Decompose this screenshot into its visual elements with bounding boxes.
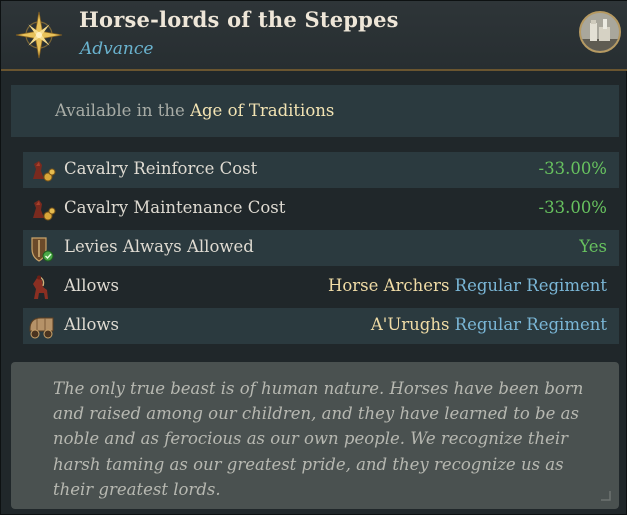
effect-label: Cavalry Maintenance Cost bbox=[64, 198, 286, 217]
effect-row-aurughs: Allows A'Urughs Regular Regiment bbox=[23, 308, 619, 344]
unit-link[interactable]: A'Urughs bbox=[371, 315, 450, 334]
effect-row-levies: Levies Always Allowed Yes bbox=[23, 230, 619, 266]
flavor-text-box: The only true beast is of human nature. … bbox=[11, 362, 619, 509]
availability-prefix: Available in the bbox=[55, 101, 185, 120]
age-link[interactable]: Age of Traditions bbox=[190, 101, 334, 120]
availability-text: Available in the Age of Traditions bbox=[55, 101, 334, 120]
effect-label: Levies Always Allowed bbox=[64, 237, 254, 256]
advance-title: Horse-lords of the Steppes bbox=[79, 7, 399, 32]
compass-star-icon bbox=[15, 11, 63, 59]
advance-type-label: Advance bbox=[80, 39, 154, 59]
effect-value: -33.00% bbox=[538, 198, 608, 217]
levies-shield-icon bbox=[31, 237, 54, 262]
horse-archer-icon bbox=[33, 275, 48, 299]
resize-corner-icon bbox=[601, 491, 611, 501]
effect-label: Allows bbox=[64, 315, 119, 334]
effect-row-reinforce: Cavalry Reinforce Cost -33.00% bbox=[23, 152, 619, 188]
unit-link[interactable]: Horse Archers bbox=[328, 276, 449, 295]
advance-tooltip: Horse-lords of the Steppes Advance Avail… bbox=[0, 0, 627, 515]
availability-banner: Available in the Age of Traditions bbox=[11, 85, 619, 137]
effect-value: A'Urughs Regular Regiment bbox=[371, 315, 607, 334]
wagon-icon bbox=[29, 317, 54, 339]
flavor-text: The only true beast is of human nature. … bbox=[53, 379, 584, 499]
effect-row-maintenance: Cavalry Maintenance Cost -33.00% bbox=[23, 191, 619, 227]
effect-value: Horse Archers Regular Regiment bbox=[328, 276, 607, 295]
cavalry-cost-icon bbox=[33, 200, 56, 221]
cavalry-cost-icon bbox=[33, 161, 56, 182]
effect-value: Yes bbox=[579, 237, 607, 256]
effect-label: Allows bbox=[64, 276, 119, 295]
regiment-type-link[interactable]: Regular Regiment bbox=[455, 276, 607, 295]
castle-portrait-icon bbox=[579, 11, 621, 53]
regiment-type-link[interactable]: Regular Regiment bbox=[455, 315, 607, 334]
tooltip-header: Horse-lords of the Steppes Advance bbox=[1, 1, 627, 71]
effect-label: Cavalry Reinforce Cost bbox=[64, 159, 258, 178]
effect-value: -33.00% bbox=[538, 159, 608, 178]
effect-row-horse-archers: Allows Horse Archers Regular Regiment bbox=[23, 269, 619, 305]
